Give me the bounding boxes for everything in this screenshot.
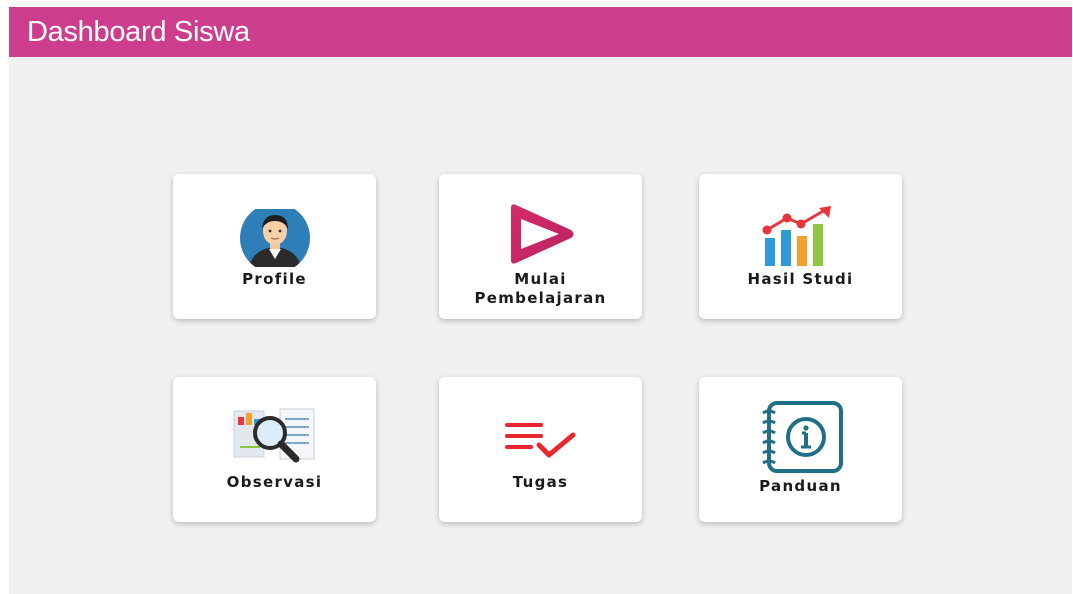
magnifier-document-icon bbox=[233, 408, 314, 463]
bar-chart-icon bbox=[762, 206, 831, 266]
menu-label-profile: Profile bbox=[242, 270, 307, 288]
menu-card-mulai-pembelajaran[interactable]: Mulai Pembelajaran bbox=[439, 174, 642, 319]
play-icon bbox=[510, 204, 573, 264]
menu-card-tugas[interactable]: Tugas bbox=[439, 377, 642, 522]
checklist-icon bbox=[504, 423, 575, 458]
menu-label-panduan: Panduan bbox=[759, 477, 842, 495]
menu-card-observasi[interactable]: Observasi bbox=[173, 377, 376, 522]
profile-avatar-icon bbox=[239, 209, 310, 267]
menu-card-profile[interactable]: Profile bbox=[173, 174, 376, 319]
menu-label-observasi: Observasi bbox=[226, 473, 323, 491]
dashboard-frame: Dashboard Siswa Profile Mulai Pembelajar… bbox=[9, 7, 1072, 594]
page-title: Dashboard Siswa bbox=[27, 16, 250, 48]
menu-card-hasil-studi[interactable]: Hasil Studi bbox=[699, 174, 902, 319]
menu-label-hasil-studi: Hasil Studi bbox=[747, 270, 854, 288]
info-notebook-icon bbox=[761, 401, 843, 473]
header-bar: Dashboard Siswa bbox=[9, 7, 1072, 57]
menu-card-panduan[interactable]: Panduan bbox=[699, 377, 902, 522]
menu-label-tugas: Tugas bbox=[512, 473, 569, 491]
menu-label-mulai-pembelajaran: Mulai Pembelajaran bbox=[474, 270, 607, 307]
